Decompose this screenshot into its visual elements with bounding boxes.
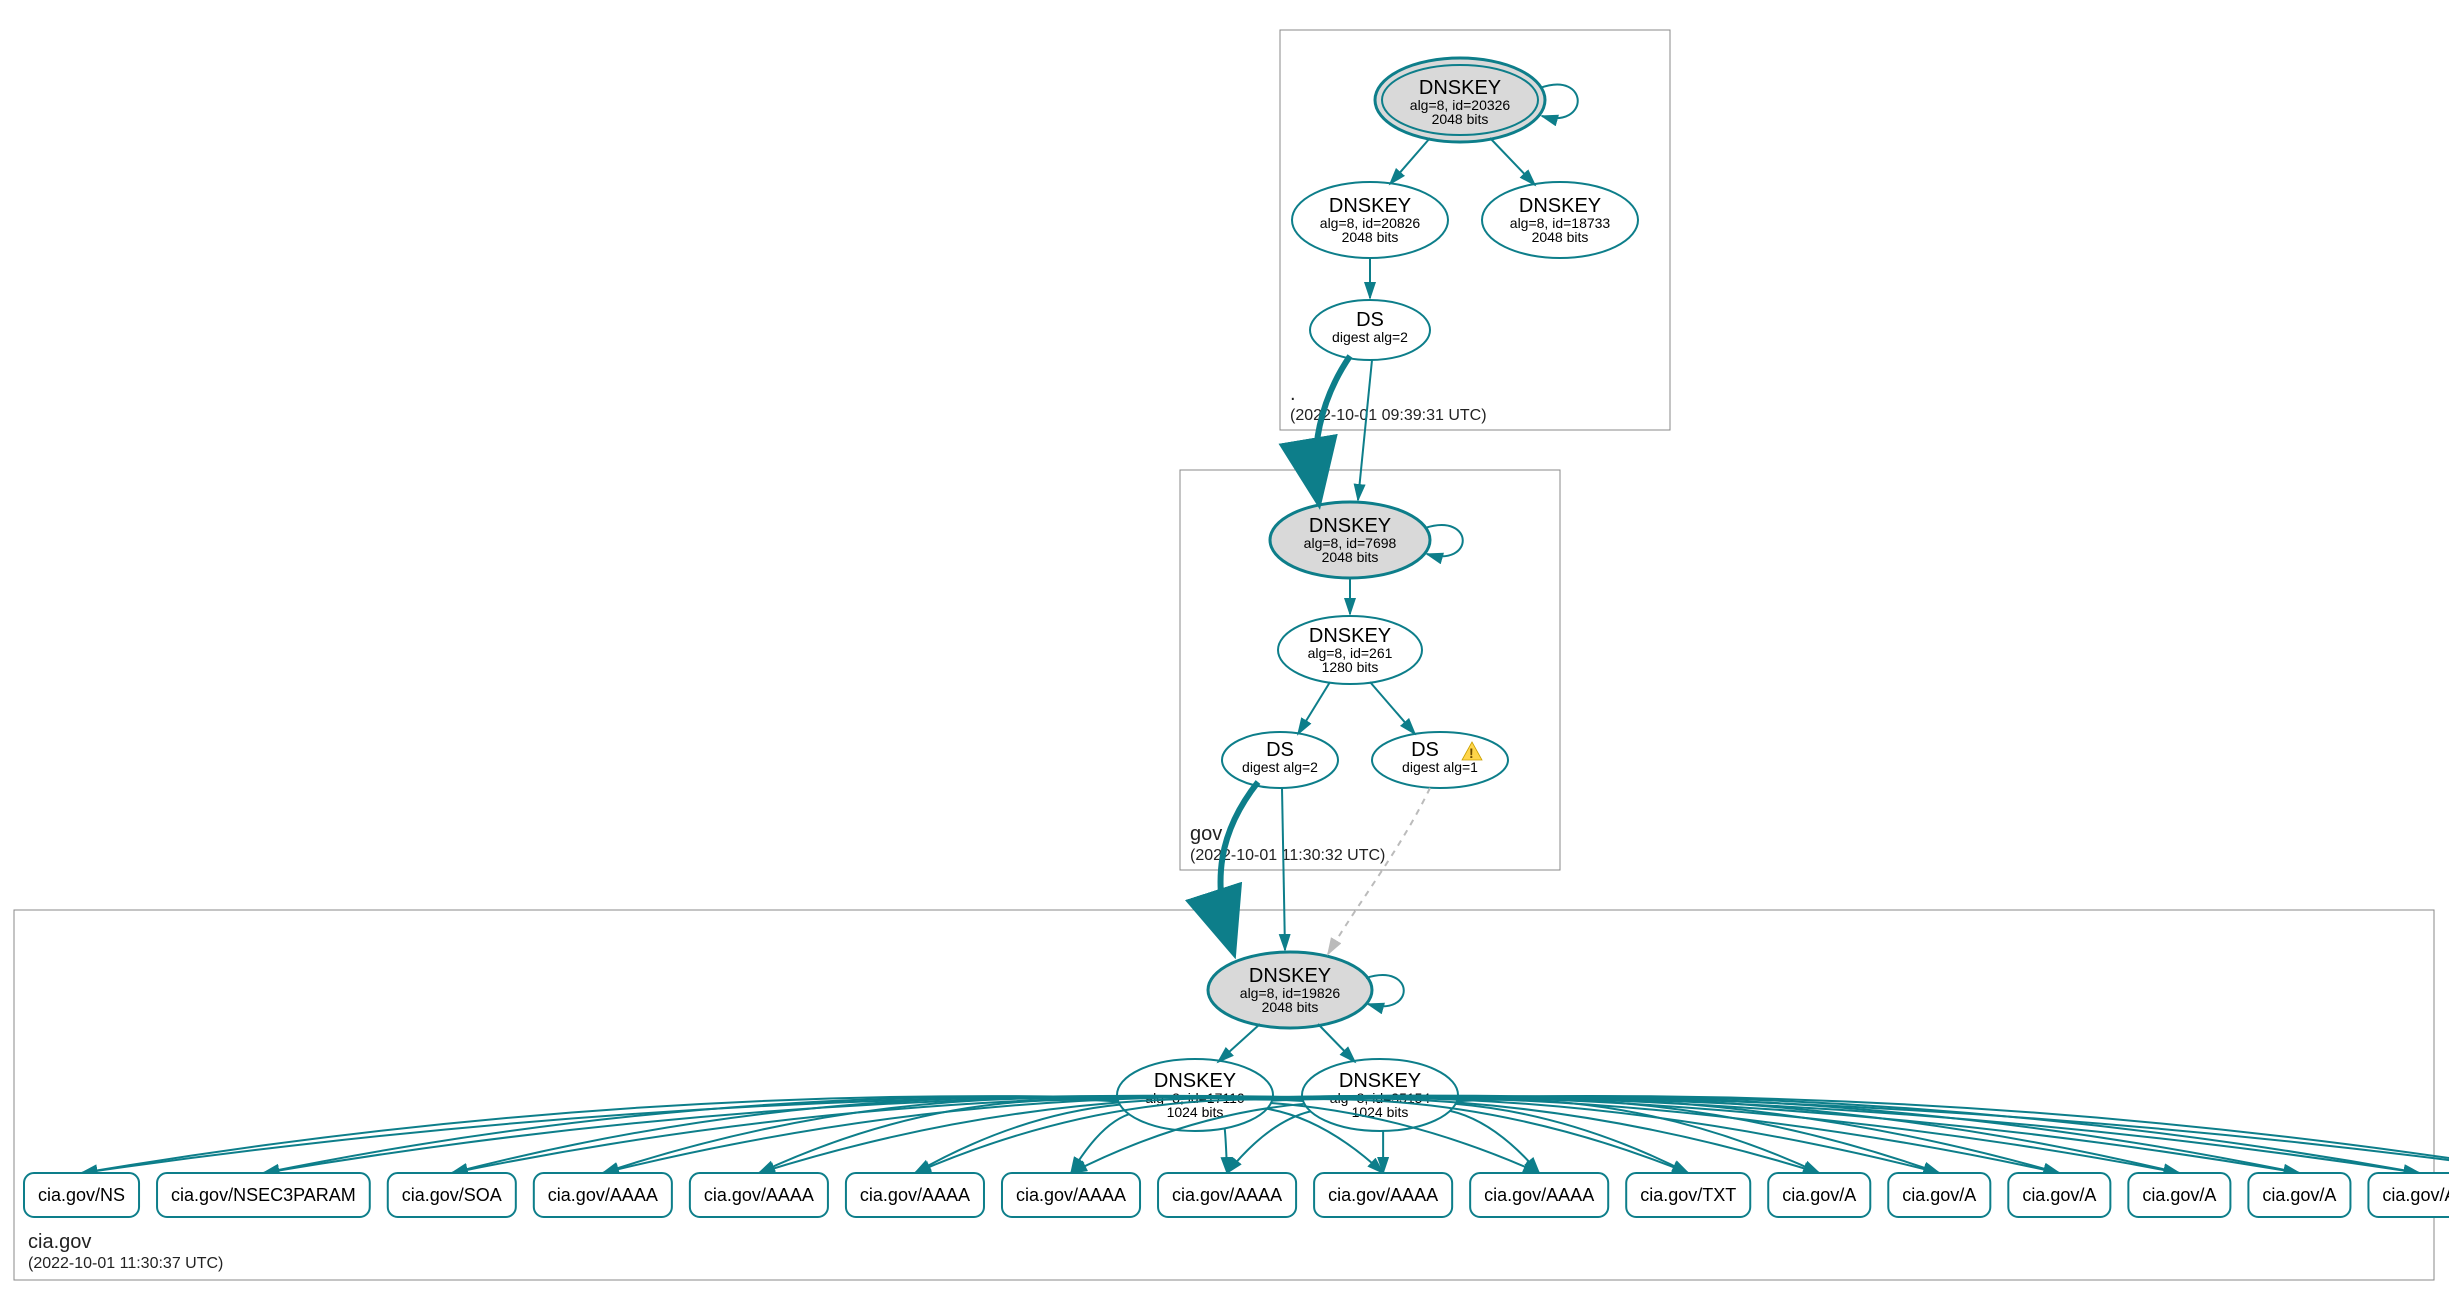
edge-zsk-rrset [1225, 1128, 1227, 1173]
edge-gov-ds1-ciaksk [1282, 788, 1285, 950]
node-root-ksk: DNSKEY alg=8, id=20326 2048 bits [1375, 58, 1545, 142]
rrset-label: cia.gov/A [1902, 1185, 1976, 1205]
rrset-label: cia.gov/A [2262, 1185, 2336, 1205]
svg-text:!: ! [1469, 745, 1474, 761]
svg-text:2048 bits: 2048 bits [1432, 111, 1489, 127]
edge-gov-ds2-ciaksk-dashed [1328, 788, 1430, 954]
svg-text:DNSKEY: DNSKEY [1339, 1070, 1421, 1092]
edge-gov-zsk-ds2 [1370, 682, 1415, 734]
rrset-label: cia.gov/NSEC3PARAM [171, 1185, 356, 1205]
svg-text:2048 bits: 2048 bits [1532, 229, 1589, 245]
rrset-box: cia.gov/AAAA [1158, 1173, 1296, 1217]
svg-text:digest alg=2: digest alg=2 [1242, 759, 1318, 775]
rrset-layer: cia.gov/NS cia.gov/NSEC3PARAM cia.gov/SOA c… [24, 1096, 2449, 1217]
svg-text:DS: DS [1356, 309, 1384, 331]
rrset-label: cia.gov/TXT [1640, 1185, 1736, 1205]
node-gov-ksk: DNSKEY alg=8, id=7698 2048 bits [1270, 502, 1430, 578]
rrset-box: cia.gov/A [1768, 1173, 1870, 1217]
rrset-box: cia.gov/AAAA [1470, 1173, 1608, 1217]
rrset-box: cia.gov/AAAA [846, 1173, 984, 1217]
rrset-label: cia.gov/AAAA [1484, 1185, 1594, 1205]
rrset-box: cia.gov/NSEC3PARAM [157, 1173, 370, 1217]
rrset-box: cia.gov/A [2128, 1173, 2230, 1217]
rrset-box: cia.gov/TXT [1626, 1173, 1750, 1217]
node-gov-ds1: DS digest alg=2 [1222, 732, 1338, 788]
rrset-box: cia.gov/A [2368, 1173, 2449, 1217]
edge-root-ds-govksk-thick [1315, 356, 1350, 498]
edge-zsk-rrset [82, 1096, 1303, 1173]
edge-zsk-rrset [915, 1105, 1120, 1173]
edge-zsk-rrset [1450, 1111, 1539, 1173]
svg-text:DNSKEY: DNSKEY [1419, 77, 1501, 99]
edge-gov-zsk-ds1 [1298, 682, 1330, 734]
rrset-label: cia.gov/A [2142, 1185, 2216, 1205]
rrset-box: cia.gov/A [2008, 1173, 2110, 1217]
rrset-label: cia.gov/A [1782, 1185, 1856, 1205]
edge-root-ksk-zsk1 [1390, 138, 1430, 184]
rrset-label: cia.gov/AAAA [1172, 1185, 1282, 1205]
node-root-zsk1: DNSKEY alg=8, id=20826 2048 bits [1292, 182, 1448, 258]
zone-cia-timestamp: (2022-10-01 11:30:37 UTC) [28, 1255, 223, 1272]
rrset-label: cia.gov/SOA [402, 1185, 502, 1205]
svg-text:digest alg=2: digest alg=2 [1332, 329, 1408, 345]
node-gov-zsk: DNSKEY alg=8, id=261 1280 bits [1278, 616, 1422, 684]
svg-text:2048 bits: 2048 bits [1262, 999, 1319, 1015]
edge-zsk-rrset [1071, 1114, 1129, 1173]
zone-cia-label: cia.gov [28, 1231, 91, 1253]
rrset-box: cia.gov/SOA [388, 1173, 516, 1217]
rrset-box: cia.gov/AAAA [1002, 1173, 1140, 1217]
svg-text:DNSKEY: DNSKEY [1309, 515, 1391, 537]
rrset-label: cia.gov/NS [38, 1185, 125, 1205]
rrset-label: cia.gov/AAAA [1016, 1185, 1126, 1205]
node-cia-ksk: DNSKEY alg=8, id=19826 2048 bits [1208, 952, 1372, 1028]
svg-text:DS: DS [1266, 739, 1294, 761]
rrset-label: cia.gov/AAAA [704, 1185, 814, 1205]
zone-gov: gov (2022-10-01 11:30:32 UTC) DNSKEY alg… [1180, 356, 1560, 870]
edge-cia-ksk-zsk2 [1318, 1024, 1355, 1062]
svg-text:1280 bits: 1280 bits [1322, 659, 1379, 675]
dnssec-graph: . (2022-10-01 09:39:31 UTC) DNSKEY alg=8… [0, 0, 2449, 1299]
rrset-label: cia.gov/AAAA [1328, 1185, 1438, 1205]
edge-gov-ds1-ciaksk-thick [1220, 782, 1258, 948]
rrset-label: cia.gov/A [2382, 1185, 2449, 1205]
svg-text:2048 bits: 2048 bits [1342, 229, 1399, 245]
rrset-box: cia.gov/A [1888, 1173, 1990, 1217]
edge-root-ksk-zsk2 [1490, 138, 1535, 185]
svg-text:1024 bits: 1024 bits [1167, 1104, 1224, 1120]
rrset-box: cia.gov/NS [24, 1173, 139, 1217]
edge-zsk-rrset [603, 1098, 1118, 1173]
svg-text:DS: DS [1411, 739, 1439, 761]
svg-text:1024 bits: 1024 bits [1352, 1104, 1409, 1120]
edge-zsk-rrset [759, 1100, 1118, 1173]
svg-text:digest alg=1: digest alg=1 [1402, 759, 1478, 775]
rrset-box: cia.gov/AAAA [1314, 1173, 1452, 1217]
edge-zsk-rrset [82, 1096, 1118, 1173]
svg-text:DNSKEY: DNSKEY [1519, 195, 1601, 217]
rrset-label: cia.gov/A [2022, 1185, 2096, 1205]
svg-text:2048 bits: 2048 bits [1322, 549, 1379, 565]
edge-cia-ksk-zsk1 [1218, 1024, 1260, 1062]
svg-text:DNSKEY: DNSKEY [1154, 1070, 1236, 1092]
rrset-label: cia.gov/AAAA [860, 1185, 970, 1205]
zone-gov-label: gov [1190, 823, 1222, 845]
rrset-label: cia.gov/AAAA [548, 1185, 658, 1205]
rrset-box: cia.gov/AAAA [690, 1173, 828, 1217]
node-root-zsk2: DNSKEY alg=8, id=18733 2048 bits [1482, 182, 1638, 258]
rrset-box: cia.gov/A [2248, 1173, 2350, 1217]
node-gov-ds2: DS digest alg=1 ! [1372, 732, 1508, 788]
zone-root-label: . [1290, 383, 1296, 405]
svg-text:DNSKEY: DNSKEY [1249, 965, 1331, 987]
rrset-box: cia.gov/AAAA [534, 1173, 672, 1217]
svg-text:DNSKEY: DNSKEY [1309, 625, 1391, 647]
svg-text:DNSKEY: DNSKEY [1329, 195, 1411, 217]
node-root-ds: DS digest alg=2 [1310, 300, 1430, 360]
